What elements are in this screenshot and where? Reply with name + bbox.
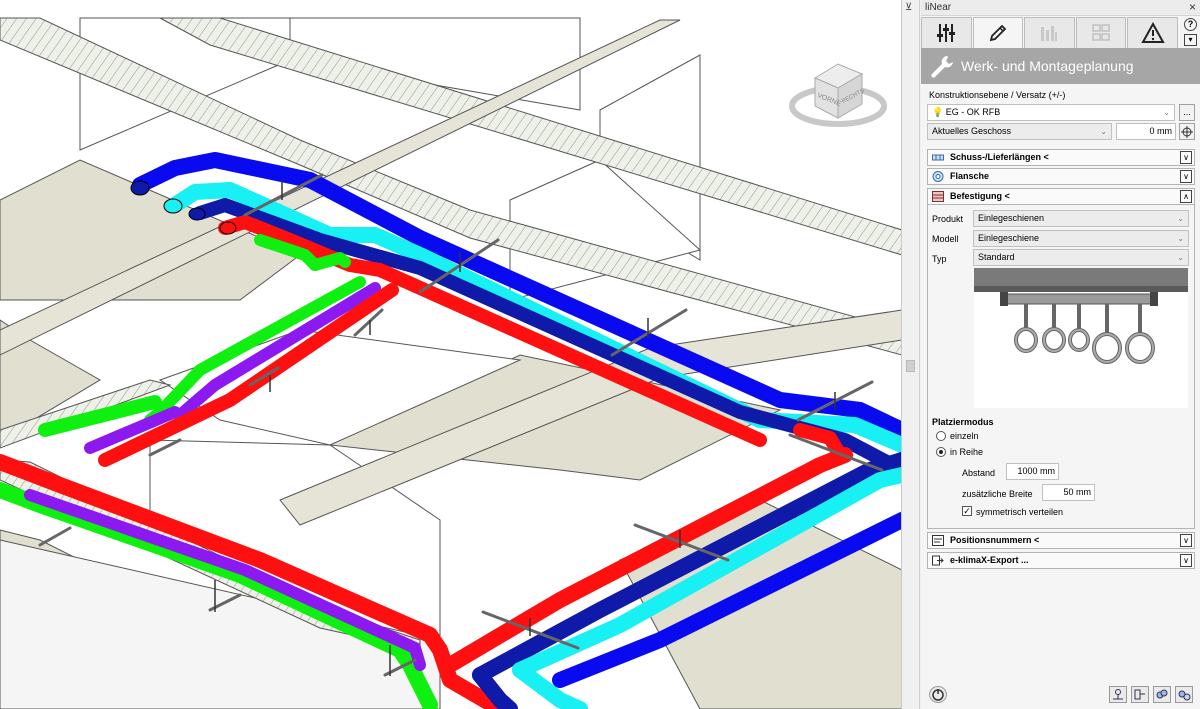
- typ-label: Typ: [932, 254, 947, 264]
- symmetric-label: symmetrisch verteilen: [976, 507, 1064, 517]
- panel-header: Werk- und Montageplanung: [921, 48, 1200, 84]
- level-browse-button[interactable]: ...: [1179, 104, 1195, 121]
- produkt-value: Einlegeschienen: [978, 213, 1045, 223]
- abstand-label: Abstand: [962, 468, 996, 478]
- model-view[interactable]: VORNE RECHTS: [0, 0, 902, 709]
- sliders-icon: [937, 24, 956, 42]
- section-schuss[interactable]: Schuss-/Lieferlängen < ∨: [927, 149, 1195, 166]
- tab-edit[interactable]: [972, 17, 1024, 48]
- layout-icon: [1134, 689, 1145, 700]
- tool-button-2[interactable]: [1131, 686, 1149, 703]
- radio-single-label: einzeln: [950, 431, 979, 441]
- panel-menu-dropdown[interactable]: ▾: [1184, 34, 1197, 46]
- typ-value: Standard: [978, 252, 1015, 262]
- section-flansche-label: Flansche: [950, 171, 990, 181]
- warning-icon: [1140, 22, 1165, 43]
- tab-warnings[interactable]: [1127, 17, 1178, 48]
- panel-tabs: [921, 17, 1179, 48]
- flange-icon: [932, 171, 944, 182]
- tab-overview[interactable]: [1075, 17, 1127, 48]
- section-flansche[interactable]: Flansche ∨: [927, 168, 1195, 185]
- abstand-input[interactable]: 1000 mm: [1006, 463, 1059, 480]
- chevron-down-icon: ⌄: [1100, 127, 1107, 136]
- length-icon: [932, 154, 944, 161]
- befestigung-content: Produkt Einlegeschienen ⌄ Modell Einlege…: [927, 205, 1195, 529]
- section-export[interactable]: e-klimaX-Export ... ∨: [927, 552, 1195, 569]
- chevron-down-icon: ⌄: [1163, 108, 1170, 117]
- pipe-green: [309, 252, 351, 271]
- linear-panel: liNear × ? ▾ Werk- und Montageplanung Ko…: [921, 0, 1200, 709]
- modell-select[interactable]: Einlegeschiene ⌄: [973, 230, 1189, 247]
- pipe-end-cap: [163, 198, 183, 214]
- symmetric-checkbox[interactable]: ✓: [962, 506, 972, 516]
- section-positionsnummern-label: Positionsnummern <: [950, 535, 1040, 545]
- construction-level-select[interactable]: 💡 EG - OK RFB ⌄: [927, 104, 1175, 121]
- refresh-button[interactable]: [929, 686, 947, 703]
- chevron-down-icon[interactable]: ∨: [1180, 534, 1192, 547]
- fastening-preview-image: [974, 268, 1188, 408]
- typ-select[interactable]: Standard ⌄: [973, 249, 1189, 266]
- panel-header-title: Werk- und Montageplanung: [961, 58, 1134, 74]
- link-icon: [1156, 689, 1168, 699]
- pick-offset-button[interactable]: [1179, 123, 1195, 140]
- help-icon[interactable]: ?: [1184, 18, 1197, 31]
- bulb-icon: 💡: [932, 107, 944, 117]
- chevron-down-icon: ⌄: [1177, 253, 1184, 262]
- panel-title: liNear: [925, 2, 952, 13]
- tool-button-4[interactable]: [1175, 686, 1193, 703]
- tab-statistics[interactable]: [1024, 17, 1075, 48]
- floor-value: Aktuelles Geschoss: [932, 126, 1012, 136]
- pin-icon[interactable]: ⊻: [905, 2, 912, 13]
- placement-mode-title: Platziermodus: [932, 417, 994, 427]
- power-icon: [932, 689, 944, 701]
- pipe-end-cap: [188, 207, 206, 221]
- panel-titlebar: liNear ×: [921, 0, 1200, 16]
- splitter-grip[interactable]: [906, 360, 915, 372]
- chevron-up-icon[interactable]: ∧: [1180, 190, 1192, 203]
- 3d-viewport[interactable]: VORNE RECHTS: [0, 0, 902, 709]
- bar-chart-icon: [1041, 26, 1058, 41]
- tool-button-3[interactable]: [1153, 686, 1171, 703]
- tool-button-1[interactable]: [1109, 686, 1127, 703]
- tab-settings[interactable]: [921, 17, 972, 48]
- panel-splitter[interactable]: ⊻: [902, 0, 920, 709]
- radio-in-row[interactable]: [936, 447, 946, 457]
- offset-input[interactable]: 0 mm: [1116, 123, 1176, 140]
- construction-level-value: EG - OK RFB: [945, 107, 1001, 117]
- modell-value: Einlegeschiene: [978, 233, 1040, 243]
- section-positionsnummern[interactable]: Positionsnummern < ∨: [927, 532, 1195, 549]
- breite-label: zusätzliche Breite: [962, 489, 1033, 499]
- crosshair-icon: [1181, 126, 1193, 138]
- modell-label: Modell: [932, 234, 959, 244]
- chevron-down-icon[interactable]: ∨: [1180, 151, 1192, 164]
- view-cube[interactable]: VORNE RECHTS: [789, 63, 887, 127]
- section-befestigung[interactable]: Befestigung < ∧: [927, 188, 1195, 205]
- mounting-rail: [38, 526, 72, 547]
- section-befestigung-label: Befestigung <: [950, 191, 1010, 201]
- pipe-end-cap: [130, 180, 150, 196]
- produkt-select[interactable]: Einlegeschienen ⌄: [973, 210, 1189, 227]
- settings-link-icon: [1178, 690, 1191, 701]
- wrench-icon: [931, 56, 953, 78]
- chevron-down-icon: ⌄: [1177, 214, 1184, 223]
- construction-level-label: Konstruktionsebene / Versatz (+/-): [929, 90, 1066, 100]
- chevron-down-icon[interactable]: ∨: [1180, 554, 1192, 567]
- fastening-icon: [932, 191, 944, 202]
- chevron-down-icon: ⌄: [1177, 234, 1184, 243]
- pencil-icon: [989, 24, 1007, 42]
- pipe-end-cap: [219, 221, 237, 235]
- radio-in-row-label: in Reihe: [950, 447, 984, 457]
- section-schuss-label: Schuss-/Lieferlängen <: [950, 152, 1049, 162]
- section-export-label: e-klimaX-Export ...: [950, 555, 1029, 565]
- person-icon: [1113, 689, 1123, 700]
- close-icon[interactable]: ×: [1189, 0, 1196, 14]
- export-icon: [932, 555, 944, 566]
- breite-input[interactable]: 50 mm: [1042, 484, 1095, 501]
- chevron-down-icon[interactable]: ∨: [1180, 170, 1192, 183]
- floor-select[interactable]: Aktuelles Geschoss ⌄: [927, 123, 1112, 140]
- position-number-icon: [932, 535, 944, 546]
- grid-icon: [1092, 24, 1110, 41]
- produkt-label: Produkt: [932, 214, 964, 224]
- radio-single[interactable]: [936, 431, 946, 441]
